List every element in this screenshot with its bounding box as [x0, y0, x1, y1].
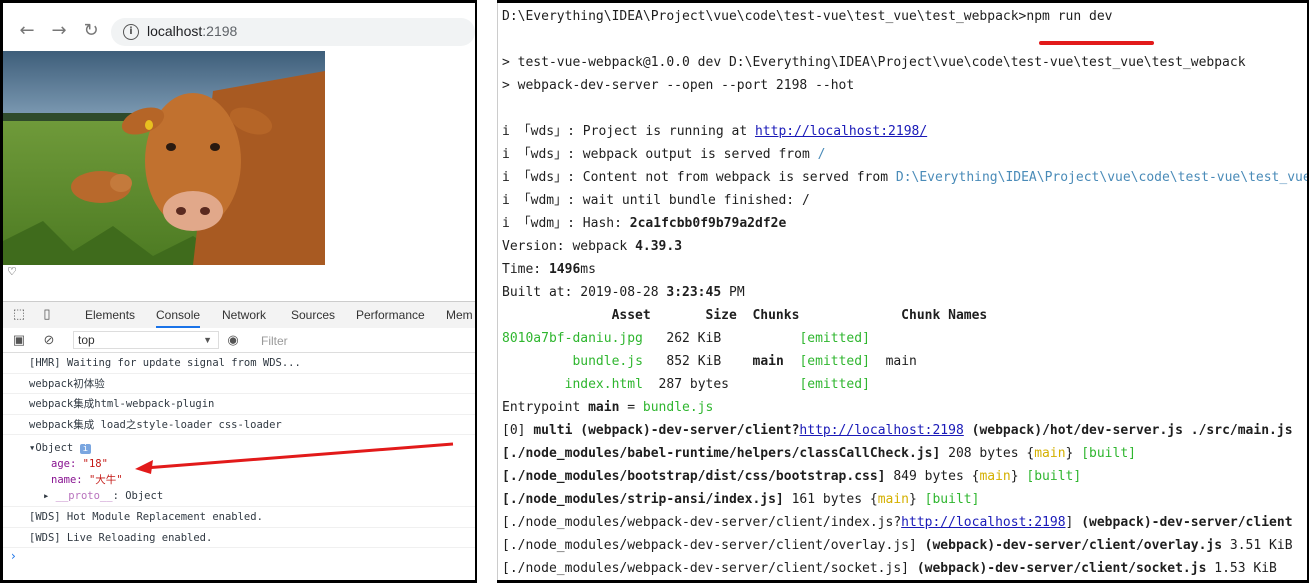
tab-sources[interactable]: Sources — [291, 308, 335, 322]
sidebar-toggle-icon[interactable]: ▣ — [11, 332, 27, 348]
site-info-icon[interactable]: i — [123, 24, 139, 40]
eye-icon[interactable]: ◉ — [225, 332, 241, 348]
terminal-line: > test-vue-webpack@1.0.0 dev D:\Everythi… — [502, 55, 1246, 70]
tab-performance[interactable]: Performance — [356, 308, 425, 322]
inspect-element-icon[interactable]: ⬚ — [11, 306, 27, 322]
browser-toolbar: ← → ↻ i localhost:2198 — [3, 15, 475, 49]
module-line: [./node_modules/bootstrap/dist/css/boots… — [502, 469, 1082, 484]
asset-table-header: Asset Size Chunks Chunk Names — [502, 308, 988, 323]
forward-arrow-icon[interactable]: → — [49, 21, 69, 41]
terminal-line: Version: webpack 4.39.3 — [502, 239, 683, 254]
terminal-line: i 「wdm」: Hash: 2ca1fcbb0f9b79a2df2e — [502, 216, 787, 231]
filter-input[interactable]: Filter — [261, 334, 288, 348]
device-toolbar-icon[interactable]: ▯ — [39, 306, 55, 322]
terminal-line: i 「wdm」: wait until bundle finished: / — [502, 193, 810, 208]
module-line: [./node_modules/webpack-dev-server/clien… — [502, 538, 1293, 553]
asset-row: index.html 287 bytes [emitted] — [564, 377, 870, 392]
browser-panel: ← → ↻ i localhost:2198 ♡ ⬚ ▯ Elements Co… — [3, 3, 475, 580]
console-line: webpack集成 load之style-loader css-loader — [3, 415, 475, 435]
module-line: [./node_modules/strip-ansi/index.js] 161… — [502, 492, 980, 507]
module-line: [./node_modules/webpack-dev-server/clien… — [502, 515, 1293, 530]
tab-memory[interactable]: Mem — [446, 308, 473, 322]
asset-row: bundle.js 852 KiB main [emitted] main — [572, 354, 917, 369]
tab-elements[interactable]: Elements — [85, 308, 135, 322]
address-bar[interactable]: i localhost:2198 — [111, 18, 475, 46]
console-toolbar: ▣ ⊘ top ▼ ◉ Filter — [3, 328, 475, 353]
terminal-line: Built at: 2019-08-28 3:23:45 PM — [502, 285, 745, 300]
clear-console-icon[interactable]: ⊘ — [41, 332, 57, 348]
url-text: localhost:2198 — [147, 23, 238, 39]
info-icon: i — [79, 444, 92, 454]
cow-photo — [3, 51, 325, 265]
terminal-line: i 「wds」: webpack output is served from / — [502, 147, 826, 162]
reload-icon[interactable]: ↻ — [81, 21, 101, 41]
terminal-line: D:\Everything\IDEA\Project\vue\code\test… — [502, 9, 1113, 24]
console-line: webpack初体验 — [3, 374, 475, 394]
terminal-panel: D:\Everything\IDEA\Project\vue\code\test… — [497, 3, 1307, 580]
terminal-line: > webpack-dev-server --open --port 2198 … — [502, 78, 855, 93]
terminal-line: i 「wds」: Project is running at http://lo… — [502, 124, 928, 139]
asset-row: 8010a7bf-daniu.jpg 262 KiB [emitted] — [502, 331, 870, 346]
module-line: [./node_modules/babel-runtime/helpers/cl… — [502, 446, 1136, 461]
annotation-arrow — [135, 442, 454, 474]
console-line: [WDS] Live Reloading enabled. — [3, 528, 475, 548]
terminal-line: Time: 1496ms — [502, 262, 596, 277]
terminal-output: D:\Everything\IDEA\Project\vue\code\test… — [502, 3, 1307, 576]
terminal-line: i 「wds」: Content not from webpack is ser… — [502, 170, 1307, 185]
console-line: [HMR] Waiting for update signal from WDS… — [3, 353, 475, 374]
annotation-underline — [1039, 41, 1154, 45]
panel-divider — [475, 0, 497, 583]
collapse-triangle-icon[interactable]: ▸ — [43, 490, 56, 502]
terminal-line: Entrypoint main = bundle.js — [502, 400, 714, 415]
tab-network[interactable]: Network — [222, 308, 266, 322]
console-line: webpack集成html-webpack-plugin — [3, 394, 475, 415]
module-line: [0] multi (webpack)-dev-server/client?ht… — [502, 423, 1293, 438]
devtools-tabbar: ⬚ ▯ Elements Console Network Sources Per… — [3, 301, 475, 329]
back-arrow-icon[interactable]: ← — [17, 21, 37, 41]
console-prompt-icon[interactable]: › — [11, 549, 16, 563]
cursor-icon: ♡ — [7, 265, 17, 278]
tab-console[interactable]: Console — [156, 308, 201, 328]
context-select[interactable]: top ▼ — [73, 331, 219, 349]
console-line: [WDS] Hot Module Replacement enabled. — [3, 507, 475, 528]
module-line: [./node_modules/webpack-dev-server/clien… — [502, 561, 1277, 576]
